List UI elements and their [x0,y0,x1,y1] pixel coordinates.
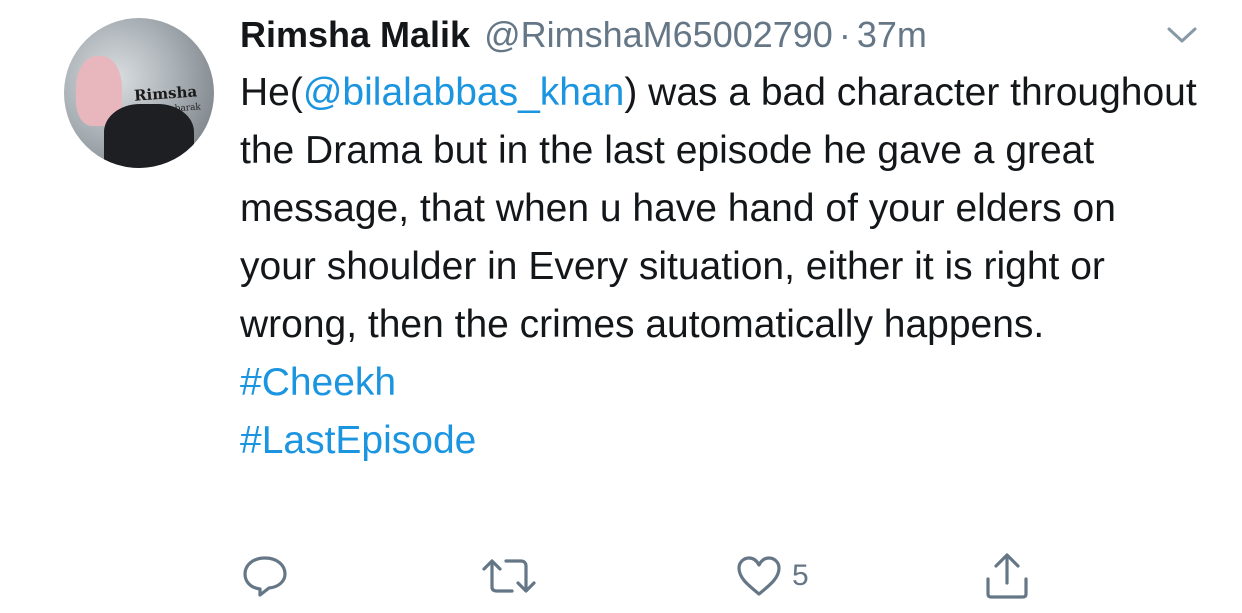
reply-icon [243,556,287,597]
mention-link[interactable]: @bilalabbas_khan [303,71,624,114]
like-count: 5 [792,559,809,592]
hashtag-link[interactable]: #Cheekh [240,361,396,404]
action-bar: 5 [240,548,1040,604]
separator-dot: · [838,14,851,55]
tweet-text-prefix: He( [240,71,303,114]
hashtag-link[interactable]: #LastEpisode [240,419,476,462]
like-button[interactable]: 5 [734,548,809,604]
share-button[interactable] [982,548,1032,604]
tweet-body: He(@bilalabbas_khan) was a bad character… [240,64,1200,470]
share-icon [986,553,1028,599]
avatar[interactable]: Rimsha Hajj Mubarak [64,18,214,168]
tweet-text: He(@bilalabbas_khan) was a bad character… [240,64,1200,354]
author-name[interactable]: Rimsha Malik [240,14,470,56]
tweet-time[interactable]: 37m [857,14,927,56]
heart-icon [737,556,781,596]
retweet-icon [482,559,536,593]
author-handle[interactable]: @RimshaM65002790 [484,14,833,56]
chevron-down-icon[interactable] [1166,24,1198,46]
avatar-name-text: Rimsha [133,82,198,105]
retweet-button[interactable] [480,548,538,604]
reply-button[interactable] [240,548,290,604]
tweet-header: Rimsha Malik @RimshaM65002790 · 37m [240,14,1202,58]
